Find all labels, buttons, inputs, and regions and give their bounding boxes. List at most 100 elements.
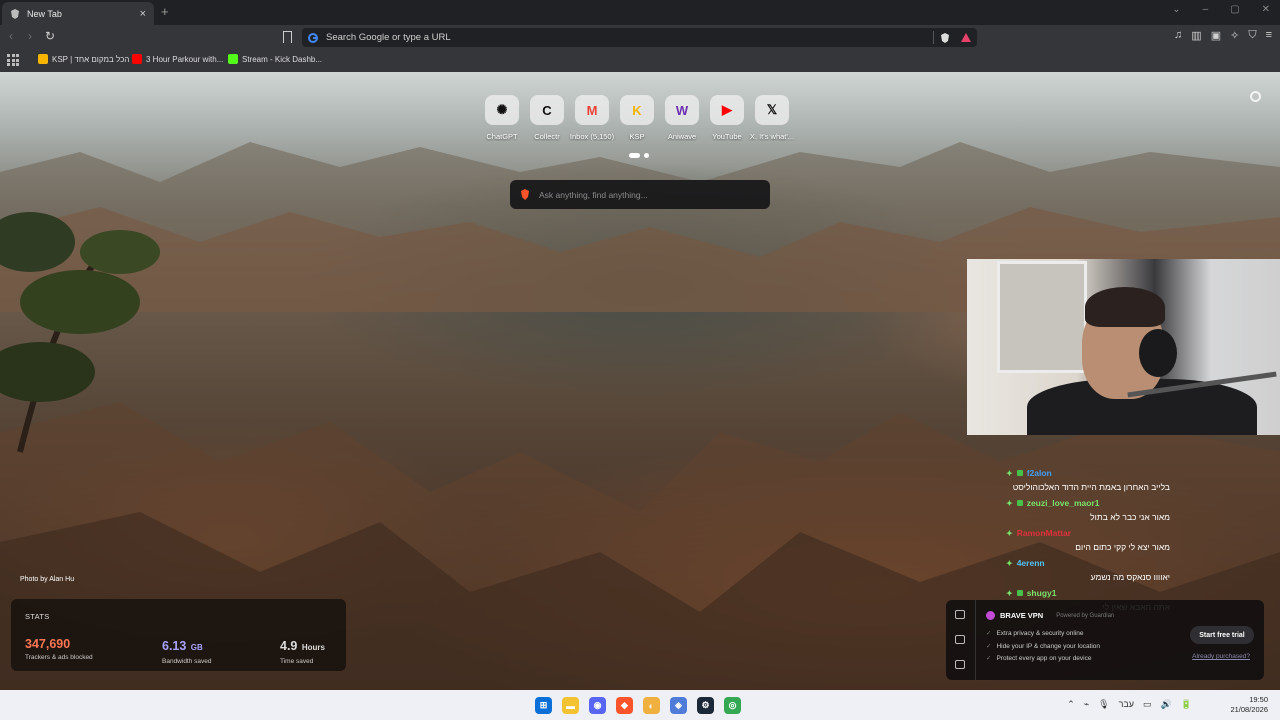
search-box[interactable] xyxy=(510,180,770,209)
badge-icon xyxy=(1016,500,1023,506)
back-button[interactable]: ‹ xyxy=(9,29,13,43)
top-site-tile[interactable]: K KSP xyxy=(619,95,655,141)
windows-start-icon[interactable]: ⊞ xyxy=(535,697,552,714)
customize-gear-icon[interactable] xyxy=(1250,91,1261,102)
google-icon xyxy=(308,32,318,43)
app-icon[interactable]: ◈ xyxy=(670,697,687,714)
sidebar-icon[interactable]: ▥ xyxy=(1191,29,1201,42)
minimize-icon[interactable]: – xyxy=(1203,4,1209,15)
x-icon: 𝕏 xyxy=(755,95,789,125)
network-icon[interactable]: ⌁ xyxy=(1084,699,1089,710)
chat-username[interactable]: zeuzi_love_maor1 xyxy=(1027,498,1100,508)
chat-text: מאור יצא לי קקי כתום היום xyxy=(1075,542,1170,552)
stat-time: 4.9 Hours Time saved xyxy=(280,637,325,665)
start-free-trial-button[interactable]: Start free trial xyxy=(1190,626,1254,644)
bookmark-parkour[interactable]: 3 Hour Parkour with... xyxy=(132,54,223,64)
widget-rail xyxy=(946,600,976,680)
photo-credit[interactable]: Photo by Alan Hu xyxy=(20,576,74,583)
brave-rewards-icon[interactable] xyxy=(961,33,971,42)
apps-grid-icon[interactable] xyxy=(7,54,19,66)
bookmarks-bar: KSP | הכל במקום אחד 3 Hour Parkour with.… xyxy=(0,50,1280,72)
top-site-tile[interactable]: M Inbox (5,150) xyxy=(570,95,614,141)
bookmark-icon[interactable] xyxy=(283,31,292,43)
menu-icon[interactable]: ≡ xyxy=(1266,29,1272,42)
ksp-favicon-icon xyxy=(38,54,48,64)
vpn-feature: Hide your IP & change your location xyxy=(986,641,1100,654)
close-window-icon[interactable]: ✕ xyxy=(1262,4,1270,15)
maximize-icon[interactable]: ▢ xyxy=(1230,4,1239,15)
volume-icon[interactable]: 🔊 xyxy=(1161,699,1172,710)
media-icon[interactable]: ♫ xyxy=(1174,29,1182,42)
search-input[interactable] xyxy=(539,189,760,200)
forward-button[interactable]: › xyxy=(28,29,32,43)
language-indicator[interactable]: עבר xyxy=(1119,699,1134,710)
bandwidth-label: Bandwidth saved xyxy=(162,658,212,665)
chat-message: ✦ RamonMattar מאור יצא לי קקי כתום היום xyxy=(1000,528,1200,552)
chat-username[interactable]: RamonMattar xyxy=(1017,528,1071,538)
chat-username[interactable]: 4erenn xyxy=(1017,558,1045,568)
chatgpt-icon: ✺ xyxy=(485,95,519,125)
chat-user-row: ✦ f2alon xyxy=(1000,468,1200,478)
gmail-icon: M xyxy=(575,95,609,125)
badge-icon xyxy=(1016,470,1023,476)
steam-icon[interactable]: ⚙ xyxy=(697,697,714,714)
discord-icon[interactable]: ◉ xyxy=(589,697,606,714)
wallet-icon[interactable]: ▣ xyxy=(1211,29,1221,42)
top-site-tile[interactable]: C Collectr xyxy=(529,95,565,141)
webcam-overlay xyxy=(967,259,1280,435)
clock-time: 19:50 xyxy=(1249,695,1268,704)
chat-message: ✦ zeuzi_love_maor1 מאור אני כבר לא בתול xyxy=(1000,498,1200,522)
tab-new-tab[interactable]: New Tab × xyxy=(2,2,154,25)
vpn-logo-icon xyxy=(986,611,995,620)
tab-search-icon[interactable]: ⌄ xyxy=(1172,4,1180,15)
sub-badge-icon: ✦ xyxy=(1006,528,1013,538)
leo-ai-icon[interactable]: ✧ xyxy=(1230,29,1239,42)
chat-text: יאוווו סנאקס מה נשמע xyxy=(1090,572,1170,582)
brave-shield-icon xyxy=(11,8,19,19)
top-site-tile[interactable]: ▶ YouTube xyxy=(709,95,745,141)
obs-icon[interactable]: ◐ xyxy=(643,697,660,714)
toolbar: ‹ › ↻ Search Google or type a URL ♫ ▥ ▣ … xyxy=(0,25,1280,50)
bookmark-ksp[interactable]: KSP | הכל במקום אחד xyxy=(38,54,129,64)
cards-icon[interactable] xyxy=(955,660,965,669)
rewards-icon[interactable] xyxy=(955,635,965,644)
address-bar[interactable]: Search Google or type a URL xyxy=(302,28,977,47)
clock[interactable]: 19:50 21/08/2026 xyxy=(1230,695,1268,715)
tray-overflow-icon[interactable]: ⌃ xyxy=(1067,699,1075,710)
sub-badge-icon: ✦ xyxy=(1006,468,1013,478)
youtube-icon: ▶ xyxy=(710,95,744,125)
reload-button[interactable]: ↻ xyxy=(45,29,55,43)
vpn-shield-icon[interactable] xyxy=(955,610,965,619)
close-tab-icon[interactable]: × xyxy=(140,8,146,20)
bookmark-kick[interactable]: Stream - Kick Dashb... xyxy=(228,54,322,64)
pager-dot-active[interactable] xyxy=(629,153,640,158)
top-site-tile[interactable]: ✺ ChatGPT xyxy=(484,95,520,141)
chat-username[interactable]: f2alon xyxy=(1027,468,1052,478)
bandwidth-unit: GB xyxy=(190,643,203,652)
brave-icon[interactable]: ◆ xyxy=(616,697,633,714)
pager-dot[interactable] xyxy=(644,153,649,158)
top-site-tile[interactable]: 𝕏 X. It's what'... xyxy=(750,95,794,141)
sub-badge-icon: ✦ xyxy=(1006,558,1013,568)
vpn-icon[interactable]: ⛉ xyxy=(1248,29,1256,42)
taskbar-apps: ⊞ ▬ ◉ ◆ ◐ ◈ ⚙ ◎ xyxy=(535,697,741,714)
chat-username[interactable]: shugy1 xyxy=(1027,588,1057,598)
battery-icon[interactable]: 🔋 xyxy=(1181,699,1192,710)
vpn-powered-by: Powered by Guardian xyxy=(1056,612,1115,619)
ksp-icon: K xyxy=(620,95,654,125)
display-icon[interactable]: ▭ xyxy=(1143,699,1152,710)
chat-text: בלייב האחרון באמת היית הדוד האלכוהוליסט xyxy=(1012,482,1170,492)
brave-shields-icon[interactable] xyxy=(940,32,950,43)
new-tab-button[interactable]: + xyxy=(161,4,169,19)
system-tray: ⌃ ⌁ 🎙 עבר ▭ 🔊 🔋 xyxy=(1067,699,1192,710)
brave-lion-icon xyxy=(521,189,529,200)
chat-message: ✦ f2alon בלייב האחרון באמת היית הדוד האלכו… xyxy=(1000,468,1200,492)
top-site-tile[interactable]: W Aniwave xyxy=(664,95,700,141)
mic-icon[interactable]: 🎙 xyxy=(1098,699,1109,710)
stat-bandwidth: 6.13 GB Bandwidth saved xyxy=(162,637,212,665)
chrome-icon[interactable]: ◎ xyxy=(724,697,741,714)
file-explorer-icon[interactable]: ▬ xyxy=(562,697,579,714)
tab-strip: New Tab × + ⌄ – ▢ ✕ xyxy=(0,0,1280,25)
already-purchased-link[interactable]: Already purchased? xyxy=(1192,653,1250,660)
vpn-feature: Extra privacy & security online xyxy=(986,628,1100,641)
